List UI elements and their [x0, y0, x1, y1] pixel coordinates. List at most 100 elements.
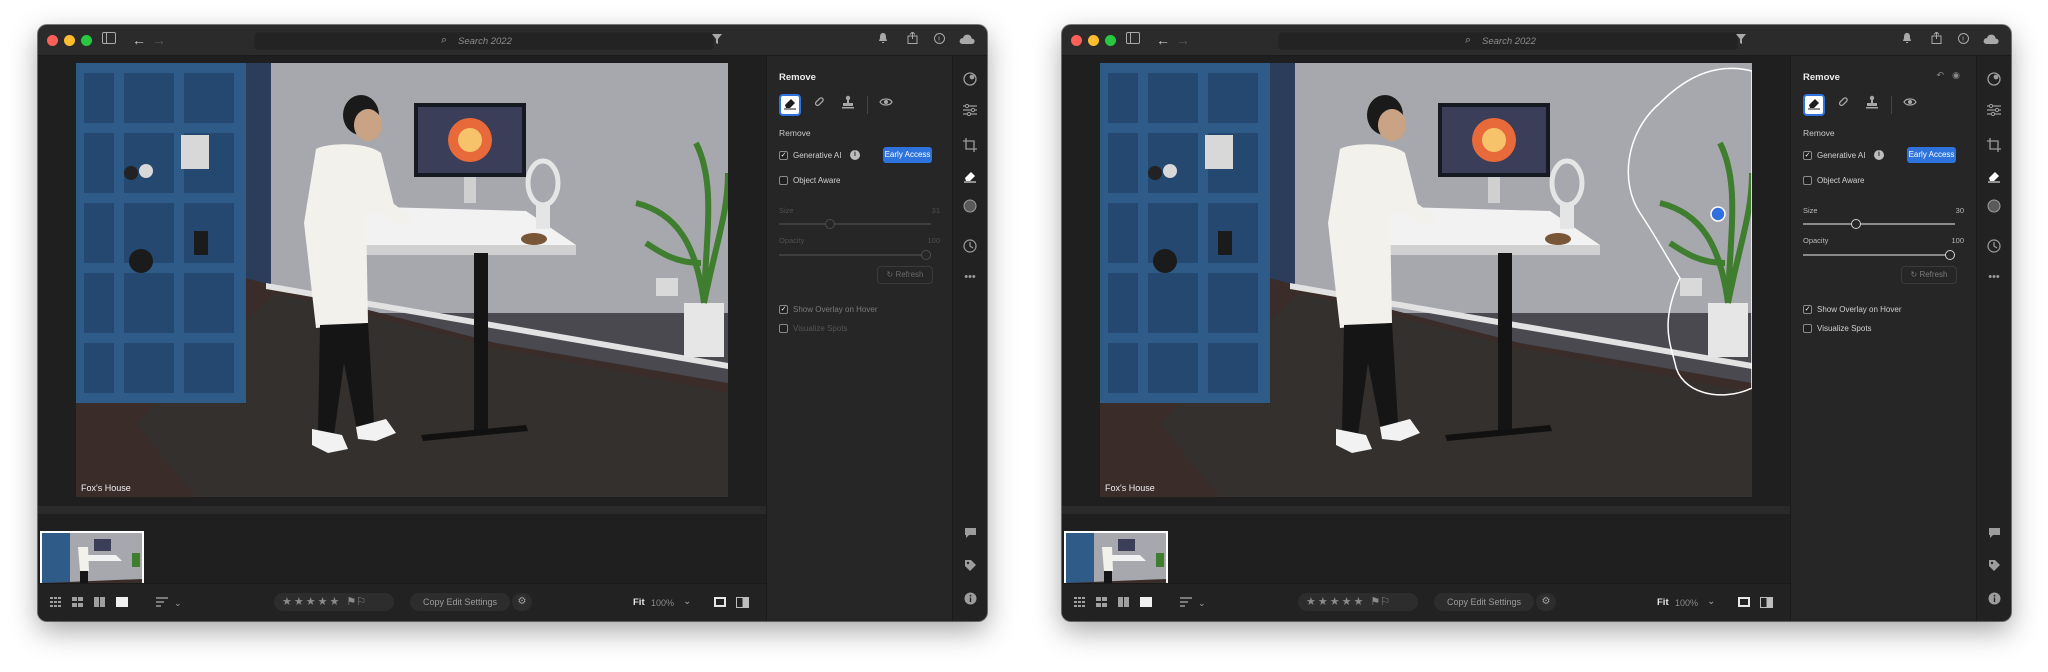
info-icon[interactable] [1985, 592, 2003, 610]
before-after-icon[interactable] [714, 597, 726, 610]
main-photo[interactable]: Fox's House [76, 63, 728, 497]
crop-icon[interactable] [961, 138, 979, 156]
flag-icon[interactable]: ⚑⚐ [1370, 596, 1390, 608]
zoom-value[interactable]: 100% [1675, 598, 1698, 608]
zoom-chevron-down-icon[interactable]: ⌄ [683, 596, 691, 608]
before-after-icon[interactable] [1738, 597, 1750, 610]
show-overlay-checkbox[interactable]: ✓ [1803, 305, 1812, 314]
red-eye-tool-icon[interactable] [1899, 94, 1921, 116]
split-compare-icon[interactable] [1760, 597, 1773, 611]
flag-icon[interactable]: ⚑⚐ [346, 596, 366, 608]
filter-icon[interactable] [1732, 31, 1750, 49]
clone-stamp-tool-icon[interactable] [837, 94, 859, 116]
eraser-tool-icon[interactable] [779, 94, 801, 116]
size-slider-track[interactable] [779, 223, 931, 225]
visualize-spots-checkbox[interactable] [779, 324, 788, 333]
zoom-value[interactable]: 100% [651, 598, 674, 608]
object-aware-checkbox[interactable] [1803, 176, 1812, 185]
compare-view-icon[interactable] [94, 597, 105, 610]
zoom-window-button[interactable] [1105, 35, 1116, 46]
minimize-window-button[interactable] [1088, 35, 1099, 46]
filter-icon[interactable] [708, 31, 726, 49]
size-slider-knob[interactable] [825, 219, 835, 229]
red-eye-tool-icon[interactable] [875, 94, 897, 116]
opacity-slider-track[interactable] [1803, 254, 1955, 256]
share-icon[interactable] [1927, 31, 1945, 49]
search-field[interactable]: ⌕ Search 2022 [254, 32, 714, 50]
photo-canvas[interactable]: Fox's House [1062, 56, 1790, 621]
clone-stamp-tool-icon[interactable] [1861, 94, 1883, 116]
more-options-icon[interactable]: ••• [1985, 268, 2003, 286]
close-window-button[interactable] [47, 35, 58, 46]
help-icon[interactable]: ! [1954, 31, 1972, 49]
size-slider-knob[interactable] [1851, 219, 1861, 229]
minimize-window-button[interactable] [64, 35, 75, 46]
masking-icon[interactable] [961, 199, 979, 217]
undo-icon[interactable]: ↶ [1936, 70, 1944, 81]
grid-view-large-icon[interactable] [1096, 597, 1107, 610]
zoom-chevron-down-icon[interactable]: ⌄ [1707, 596, 1715, 608]
grid-view-small-icon[interactable] [50, 597, 61, 610]
history-icon[interactable] [1985, 239, 2003, 257]
star-rating[interactable]: ★★★★★ ⚑⚐ [1298, 593, 1418, 611]
sidebar-toggle-icon[interactable] [1124, 31, 1142, 49]
main-photo[interactable]: Fox's House [1100, 63, 1752, 497]
zoom-window-button[interactable] [81, 35, 92, 46]
edit-sliders-icon[interactable] [1985, 103, 2003, 121]
photo-canvas[interactable]: Fox's House [38, 56, 766, 621]
cloud-sync-icon[interactable] [958, 31, 976, 49]
remove-brush-overlay[interactable] [1100, 63, 1752, 497]
star-rating[interactable]: ★★★★★ ⚑⚐ [274, 593, 394, 611]
notifications-bell-icon[interactable] [1898, 31, 1916, 49]
help-icon[interactable]: ! [930, 31, 948, 49]
close-window-button[interactable] [1071, 35, 1082, 46]
visibility-eye-icon[interactable]: ◉ [1952, 70, 1960, 81]
grid-view-small-icon[interactable] [1074, 597, 1085, 610]
remove-eraser-icon[interactable] [1985, 169, 2003, 187]
edit-sliders-icon[interactable] [961, 103, 979, 121]
filmstrip-scrollbar[interactable] [1062, 506, 1790, 514]
split-compare-icon[interactable] [736, 597, 749, 611]
cloud-sync-icon[interactable] [1982, 31, 2000, 49]
history-icon[interactable] [961, 239, 979, 257]
fit-label[interactable]: Fit [633, 597, 645, 608]
refresh-button[interactable]: ↻ Refresh [1901, 266, 1957, 284]
forward-arrow-icon[interactable]: → [1174, 31, 1192, 49]
healing-brush-tool-icon[interactable] [1832, 94, 1854, 116]
healing-brush-tool-icon[interactable] [808, 94, 830, 116]
sort-chevron-down-icon[interactable]: ⌄ [1198, 597, 1206, 609]
detail-view-icon[interactable] [116, 597, 128, 610]
generative-ai-info-icon[interactable]: i [1874, 150, 1884, 160]
visualize-spots-checkbox[interactable] [1803, 324, 1812, 333]
back-arrow-icon[interactable]: ← [130, 31, 148, 49]
opacity-slider-knob[interactable] [1945, 250, 1955, 260]
refresh-button[interactable]: ↻ Refresh [877, 266, 933, 284]
sort-chevron-down-icon[interactable]: ⌄ [174, 597, 182, 609]
crop-icon[interactable] [1985, 138, 2003, 156]
compare-view-icon[interactable] [1118, 597, 1129, 610]
early-access-badge[interactable]: Early Access [1907, 147, 1956, 163]
detail-view-icon[interactable] [1140, 597, 1152, 610]
show-overlay-checkbox[interactable]: ✓ [779, 305, 788, 314]
copy-edit-settings-button[interactable]: Copy Edit Settings [410, 593, 510, 611]
notifications-bell-icon[interactable] [874, 31, 892, 49]
tag-icon[interactable] [1985, 559, 2003, 577]
eraser-tool-icon[interactable] [1803, 94, 1825, 116]
presets-icon[interactable] [1985, 72, 2003, 90]
early-access-badge[interactable]: Early Access [883, 147, 932, 163]
grid-view-large-icon[interactable] [72, 597, 83, 610]
masking-icon[interactable] [1985, 199, 2003, 217]
info-icon[interactable] [961, 592, 979, 610]
sort-icon[interactable] [156, 597, 168, 610]
comment-icon[interactable] [961, 526, 979, 544]
opacity-slider-knob[interactable] [921, 250, 931, 260]
comment-icon[interactable] [1985, 526, 2003, 544]
fit-label[interactable]: Fit [1657, 597, 1669, 608]
sidebar-toggle-icon[interactable] [100, 31, 118, 49]
generative-ai-info-icon[interactable]: i [850, 150, 860, 160]
size-slider-track[interactable] [1803, 223, 1955, 225]
share-icon[interactable] [903, 31, 921, 49]
settings-gear-icon[interactable]: ⚙ [512, 593, 532, 611]
opacity-slider-track[interactable] [779, 254, 931, 256]
filmstrip-scrollbar[interactable] [38, 506, 766, 514]
